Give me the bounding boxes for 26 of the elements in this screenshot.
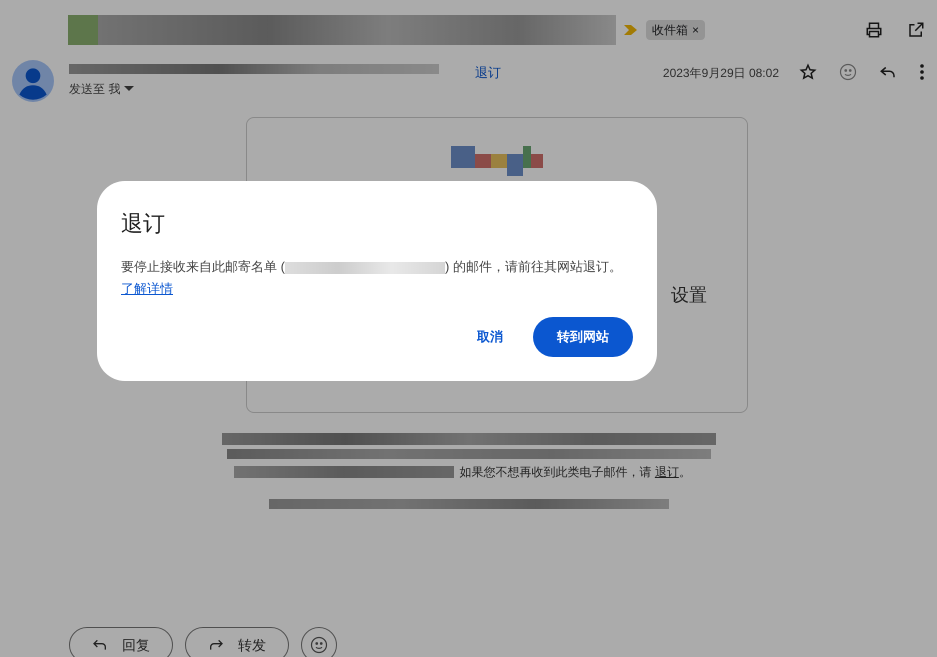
cancel-button[interactable]: 取消: [473, 317, 507, 357]
dropdown-caret-icon[interactable]: [124, 86, 134, 92]
learn-more-link[interactable]: 了解详情: [121, 281, 173, 296]
reply-icon: [92, 638, 108, 652]
forward-button[interactable]: 转发: [185, 627, 289, 657]
date-text: 2023年9月29日 08:02: [662, 65, 779, 82]
emoji-icon: [310, 636, 328, 654]
footer-text: 如果您不想再收到此类电子邮件，请 退订。: [460, 464, 691, 481]
forward-icon: [208, 638, 224, 652]
avatar-icon: [12, 60, 54, 102]
print-icon[interactable]: [865, 21, 883, 39]
open-external-icon[interactable]: [907, 21, 925, 39]
go-to-website-button[interactable]: 转到网站: [533, 317, 633, 357]
emoji-reaction-button[interactable]: [301, 627, 337, 657]
label-arrow-icon: [624, 24, 638, 36]
emoji-icon[interactable]: [839, 63, 857, 81]
label-chip[interactable]: 收件箱 ×: [646, 20, 706, 40]
dialog-message: 要停止接收来自此邮寄名单 ( ) 的邮件，请前往其网站退订。 了解详情: [121, 258, 623, 298]
reply-button[interactable]: 回复: [69, 627, 173, 657]
dialog-title: 退订: [121, 210, 166, 238]
unsubscribe-link[interactable]: 退订: [654, 465, 679, 479]
more-options-icon[interactable]: [919, 63, 925, 81]
heading-fragment: 设置: [671, 284, 707, 307]
unsubscribe-link[interactable]: 退订: [475, 63, 501, 82]
recipient-text: 发送至 我: [69, 81, 120, 98]
star-icon[interactable]: [799, 63, 817, 81]
